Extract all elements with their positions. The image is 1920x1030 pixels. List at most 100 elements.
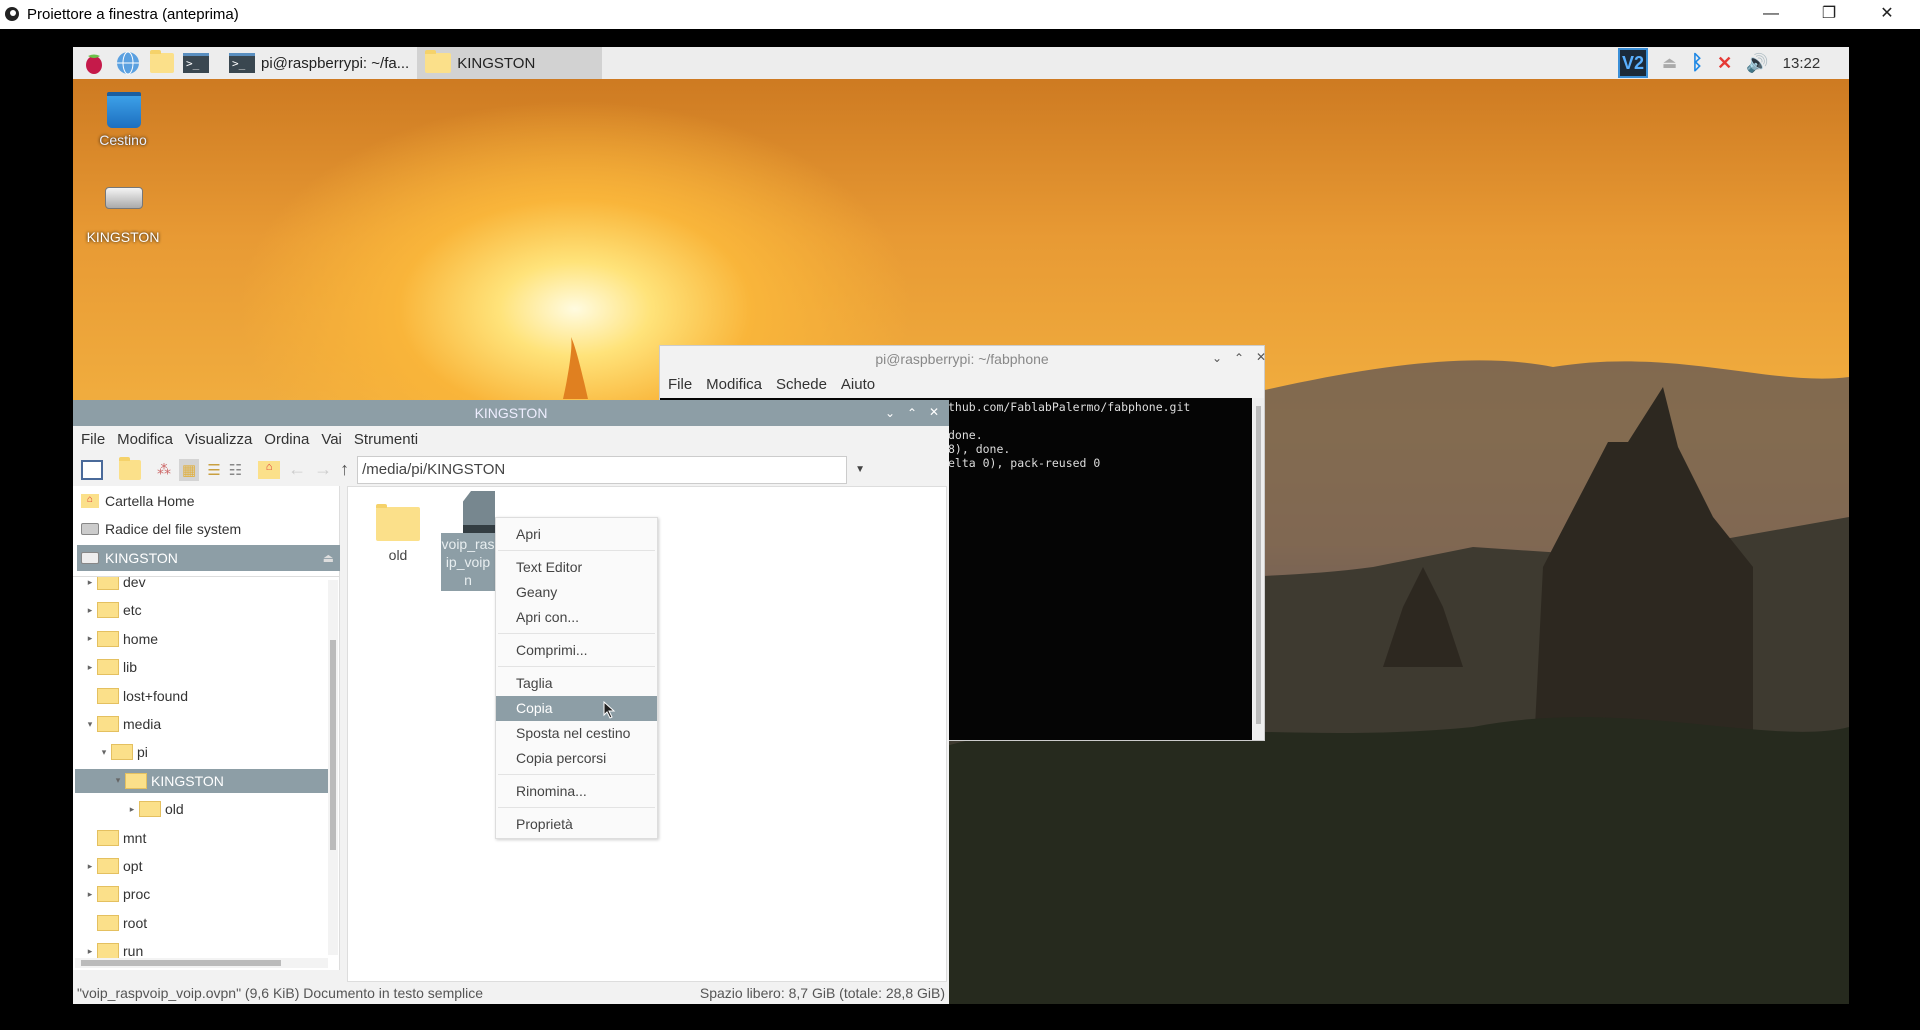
minimize-button[interactable]: — — [1748, 0, 1794, 29]
maximize-button[interactable]: ⌃ — [1228, 351, 1250, 365]
home-icon[interactable]: ⌂ — [258, 460, 281, 479]
menu-file[interactable]: File — [81, 431, 105, 448]
new-folder-icon[interactable] — [119, 456, 141, 480]
menu-ordina[interactable]: Ordina — [264, 431, 309, 448]
sidebar: ⌂ Cartella Home Radice del file system KI… — [73, 486, 340, 970]
menu-schede[interactable]: Schede — [776, 376, 827, 393]
file-manager-title: KINGSTON — [474, 405, 548, 421]
terminal-icon[interactable]: >_ — [183, 50, 209, 76]
expander-icon[interactable]: ▸ — [125, 804, 139, 815]
expander-icon[interactable]: ▸ — [83, 861, 97, 872]
back-icon[interactable]: ← — [288, 459, 306, 480]
tree-horizontal-scrollbar[interactable] — [75, 958, 328, 968]
menu-file[interactable]: File — [668, 376, 692, 393]
path-input[interactable] — [357, 455, 848, 484]
minimize-button[interactable]: ⌄ — [1206, 351, 1228, 365]
tree-item-mnt[interactable]: mnt — [75, 826, 329, 850]
close-button[interactable]: ✕ — [1864, 0, 1910, 29]
restore-button[interactable]: ❐ — [1806, 0, 1852, 29]
place-root[interactable]: Radice del file system — [77, 516, 340, 542]
compact-view-icon[interactable]: ☰ — [207, 461, 220, 479]
terminal-titlebar[interactable]: pi@raspberrypi: ~/fabphone ⌄ ⌃ ✕ — [660, 346, 1266, 371]
task-terminal[interactable]: >_ pi@raspberrypi: ~/fa... — [221, 47, 417, 79]
menu-item-apricon[interactable]: Apri con... — [496, 605, 657, 630]
tree-item-home[interactable]: ▸ home — [75, 627, 329, 651]
drive-icon — [81, 523, 99, 535]
status-bar: "voip_raspvoip_voip.ovpn" (9,6 KiB) Docu… — [73, 982, 949, 1004]
minimize-button[interactable]: ⌄ — [879, 406, 901, 420]
icon-view-options-icon[interactable]: ⁂ — [157, 461, 171, 478]
network-disconnected-icon[interactable]: ✕ — [1717, 53, 1732, 74]
tree-item-dev[interactable]: ▸ dev — [75, 577, 329, 594]
menu-vai[interactable]: Vai — [321, 431, 342, 448]
browser-icon[interactable] — [115, 50, 141, 76]
expander-icon[interactable]: ▾ — [97, 747, 111, 758]
tree-item-opt[interactable]: ▸ opt — [75, 854, 329, 878]
list-view-icon[interactable]: ☷ — [229, 461, 242, 479]
menu-item-taglia[interactable]: Taglia — [496, 671, 657, 696]
eject-icon[interactable]: ⏏ — [323, 551, 334, 565]
file-manager-icon[interactable] — [149, 50, 175, 76]
tree-item-root[interactable]: root — [75, 911, 329, 935]
menu-separator — [498, 550, 655, 551]
menu-item-geany[interactable]: Geany — [496, 580, 657, 605]
place-kingston[interactable]: KINGSTON ⏏ — [77, 545, 340, 571]
menu-item-texteditor[interactable]: Text Editor — [496, 555, 657, 580]
menu-item-copiapercorsi[interactable]: Copia percorsi — [496, 746, 657, 771]
menu-visualizza[interactable]: Visualizza — [185, 431, 252, 448]
menu-item-proprietà[interactable]: Proprietà — [496, 812, 657, 837]
terminal-line: elta 0), pack-reused 0 — [948, 456, 1101, 470]
tree-item-lostfound[interactable]: lost+found — [75, 684, 329, 708]
expander-icon[interactable]: ▸ — [83, 662, 97, 673]
expander-icon[interactable]: ▾ — [111, 775, 125, 786]
bluetooth-icon[interactable]: ᛒ — [1691, 52, 1703, 75]
tree-item-kingston[interactable]: ▾ KINGSTON — [75, 768, 329, 793]
app-icon — [5, 7, 19, 21]
vnc-icon[interactable]: V2 — [1618, 48, 1648, 78]
task-kingston[interactable]: KINGSTON — [417, 47, 603, 79]
up-icon[interactable]: ↑ — [340, 459, 349, 480]
maximize-button[interactable]: ⌃ — [901, 406, 923, 420]
tree-item-media[interactable]: ▾ media — [75, 712, 329, 736]
path-dropdown-icon[interactable]: ▼ — [855, 464, 865, 475]
file-manager-titlebar[interactable]: KINGSTON ⌄ ⌃ ✕ — [73, 400, 949, 426]
close-button[interactable]: ✕ — [1250, 350, 1272, 364]
tree-item-etc[interactable]: ▸ etc — [75, 598, 329, 622]
expander-icon[interactable]: ▸ — [83, 633, 97, 644]
menu-item-copia[interactable]: Copia — [496, 696, 657, 721]
expander-icon[interactable]: ▸ — [83, 889, 97, 900]
menu-item-apri[interactable]: Apri — [496, 522, 657, 547]
menu-item-rinomina[interactable]: Rinomina... — [496, 779, 657, 804]
expander-icon[interactable]: ▸ — [83, 605, 97, 616]
menu-modifica[interactable]: Modifica — [706, 376, 762, 393]
new-window-icon[interactable] — [81, 459, 103, 480]
eject-icon[interactable]: ⏏ — [1662, 53, 1677, 73]
menu-modifica[interactable]: Modifica — [117, 431, 173, 448]
tree-item-pi[interactable]: ▾ pi — [75, 740, 329, 764]
raspberry-menu-icon[interactable] — [81, 50, 107, 76]
menu-item-spostanelcestino[interactable]: Sposta nel cestino — [496, 721, 657, 746]
file-item-ovpn[interactable]: voip_ras ip_voip n — [441, 491, 495, 591]
menu-item-comprimi[interactable]: Comprimi... — [496, 638, 657, 663]
file-item-old[interactable]: old — [368, 499, 428, 563]
tree-item-label: pi — [137, 744, 148, 761]
place-home[interactable]: ⌂ Cartella Home — [77, 488, 340, 514]
tree-vertical-scrollbar[interactable] — [328, 580, 338, 955]
tree-item-lib[interactable]: ▸ lib — [75, 655, 329, 679]
expander-icon[interactable]: ▾ — [83, 719, 97, 730]
icon-view-icon[interactable]: ▦ — [179, 458, 200, 481]
desktop-icon-trash[interactable]: Cestino — [73, 92, 173, 148]
tree-item-proc[interactable]: ▸ proc — [75, 882, 329, 906]
expander-icon[interactable]: ▸ — [83, 577, 97, 588]
close-button[interactable]: ✕ — [923, 405, 945, 419]
volume-icon[interactable]: 🔊 — [1746, 53, 1768, 74]
task-label: pi@raspberrypi: ~/fa... — [261, 54, 410, 72]
terminal-scrollbar[interactable] — [1253, 398, 1264, 740]
expander-icon[interactable]: ▸ — [83, 946, 97, 957]
tree-item-old[interactable]: ▸ old — [75, 797, 329, 821]
menu-strumenti[interactable]: Strumenti — [354, 431, 418, 448]
menu-aiuto[interactable]: Aiuto — [841, 376, 875, 393]
tree-item-label: run — [123, 943, 144, 960]
desktop-icon-kingston[interactable]: KINGSTON — [73, 187, 173, 245]
forward-icon[interactable]: → — [314, 459, 332, 480]
